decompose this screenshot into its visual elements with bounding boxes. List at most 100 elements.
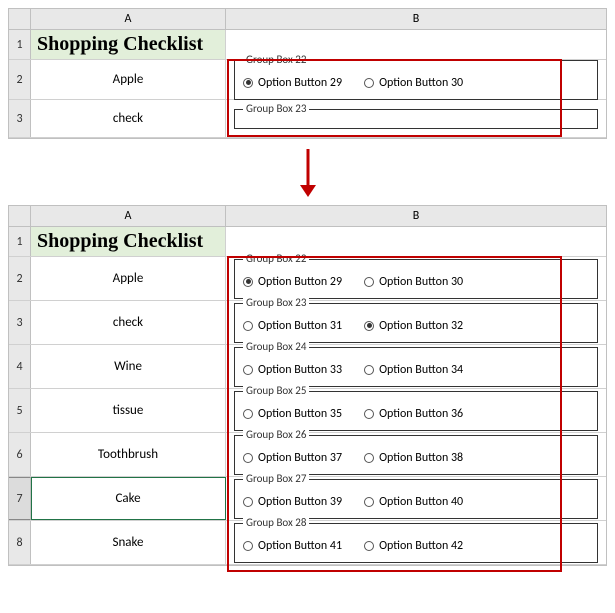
row-header-2[interactable]: 2 — [9, 60, 31, 99]
group-box-label: Group Box 22 — [243, 252, 309, 265]
radio-icon — [364, 541, 374, 551]
radio-icon — [243, 78, 253, 88]
group-box-label: Group Box 27 — [243, 472, 309, 485]
option-label: Option Button 38 — [379, 451, 463, 465]
option-button-39[interactable]: Option Button 39 — [243, 495, 342, 509]
group-box-28[interactable]: Group Box 28 Option Button 41 Option But… — [234, 523, 598, 563]
group-box-label: Group Box 25 — [243, 384, 309, 397]
option-button-30[interactable]: Option Button 30 — [364, 275, 463, 289]
row-header-6[interactable]: 6 — [9, 433, 31, 476]
row-3: 3 check Group Box 23 . — [9, 100, 606, 138]
group-box-27[interactable]: Group Box 27 Option Button 39 Option But… — [234, 479, 598, 519]
group-box-label: Group Box 22 — [243, 53, 309, 66]
option-label: Option Button 41 — [258, 539, 342, 553]
row-header-5[interactable]: 5 — [9, 389, 31, 432]
group-box-23[interactable]: Group Box 23 Option Button 31 Option But… — [234, 303, 598, 343]
cell-B8[interactable]: Group Box 28 Option Button 41 Option But… — [226, 521, 606, 564]
row-header-3[interactable]: 3 — [9, 100, 31, 137]
option-label: Option Button 42 — [379, 539, 463, 553]
option-button-40[interactable]: Option Button 40 — [364, 495, 463, 509]
radio-icon — [243, 365, 253, 375]
radio-icon — [243, 541, 253, 551]
option-button-32[interactable]: Option Button 32 — [364, 319, 463, 333]
cell-A3[interactable]: check — [31, 100, 226, 137]
group-box-22[interactable]: Group Box 22 Option Button 29 Option But… — [234, 259, 598, 299]
cell-A2[interactable]: Apple — [31, 60, 226, 99]
group-box-23[interactable]: Group Box 23 . — [234, 109, 598, 129]
cell-A4[interactable]: Wine — [31, 345, 226, 388]
row-header-1[interactable]: 1 — [9, 30, 31, 59]
cell-A2[interactable]: Apple — [31, 257, 226, 300]
option-button-29[interactable]: Option Button 29 — [243, 275, 342, 289]
radio-icon — [243, 409, 253, 419]
group-box-label: Group Box 28 — [243, 516, 309, 529]
column-header-B[interactable]: B — [226, 206, 606, 226]
row-header-4[interactable]: 4 — [9, 345, 31, 388]
column-header-A[interactable]: A — [31, 206, 226, 226]
option-label: Option Button 31 — [258, 319, 342, 333]
cell-A7[interactable]: Cake — [31, 477, 226, 520]
select-all-corner[interactable] — [9, 206, 31, 226]
group-box-24[interactable]: Group Box 24 Option Button 33 Option But… — [234, 347, 598, 387]
row-header-1[interactable]: 1 — [9, 227, 31, 256]
row-3: 3 check Group Box 23 Option Button 31 Op… — [9, 301, 606, 345]
option-label: Option Button 30 — [379, 76, 463, 90]
option-label: Option Button 39 — [258, 495, 342, 509]
row-2: 2 Apple Group Box 22 Option Button 29 Op… — [9, 257, 606, 301]
row-header-7[interactable]: 7 — [9, 477, 31, 520]
row-7: 7 Cake Group Box 27 Option Button 39 Opt… — [9, 477, 606, 521]
cell-B3[interactable]: Group Box 23 . — [226, 100, 606, 137]
group-box-26[interactable]: Group Box 26 Option Button 37 Option But… — [234, 435, 598, 475]
option-button-30[interactable]: Option Button 30 — [364, 76, 463, 90]
cell-A3[interactable]: check — [31, 301, 226, 344]
cell-B6[interactable]: Group Box 26 Option Button 37 Option But… — [226, 433, 606, 476]
title-cell[interactable]: Shopping Checklist — [31, 227, 226, 256]
group-box-25[interactable]: Group Box 25 Option Button 35 Option But… — [234, 391, 598, 431]
group-box-label: Group Box 24 — [243, 340, 309, 353]
arrow-down-icon — [296, 147, 320, 197]
row-5: 5 tissue Group Box 25 Option Button 35 O… — [9, 389, 606, 433]
select-all-corner[interactable] — [9, 9, 31, 29]
option-label: Option Button 37 — [258, 451, 342, 465]
row-6: 6 Toothbrush Group Box 26 Option Button … — [9, 433, 606, 477]
option-button-34[interactable]: Option Button 34 — [364, 363, 463, 377]
radio-icon — [243, 277, 253, 287]
cell-B2[interactable]: Group Box 22 Option Button 29 Option But… — [226, 60, 606, 99]
radio-icon — [364, 78, 374, 88]
column-header-A[interactable]: A — [31, 9, 226, 29]
option-button-33[interactable]: Option Button 33 — [243, 363, 342, 377]
row-header-8[interactable]: 8 — [9, 521, 31, 564]
option-button-41[interactable]: Option Button 41 — [243, 539, 342, 553]
option-label: Option Button 32 — [379, 319, 463, 333]
column-header-B[interactable]: B — [226, 9, 606, 29]
row-4: 4 Wine Group Box 24 Option Button 33 Opt… — [9, 345, 606, 389]
radio-icon — [243, 453, 253, 463]
option-button-36[interactable]: Option Button 36 — [364, 407, 463, 421]
group-box-22[interactable]: Group Box 22 Option Button 29 Option But… — [234, 60, 598, 100]
cell-B2[interactable]: Group Box 22 Option Button 29 Option But… — [226, 257, 606, 300]
cell-A6[interactable]: Toothbrush — [31, 433, 226, 476]
option-button-35[interactable]: Option Button 35 — [243, 407, 342, 421]
cell-B4[interactable]: Group Box 24 Option Button 33 Option But… — [226, 345, 606, 388]
radio-icon — [364, 497, 374, 507]
option-button-31[interactable]: Option Button 31 — [243, 319, 342, 333]
option-label: Option Button 33 — [258, 363, 342, 377]
option-button-29[interactable]: Option Button 29 — [243, 76, 342, 90]
option-label: Option Button 29 — [258, 76, 342, 90]
cell-A5[interactable]: tissue — [31, 389, 226, 432]
radio-icon — [364, 453, 374, 463]
option-label: Option Button 35 — [258, 407, 342, 421]
column-headers: A B — [9, 9, 606, 30]
cell-B7[interactable]: Group Box 27 Option Button 39 Option But… — [226, 477, 606, 520]
cell-A8[interactable]: Snake — [31, 521, 226, 564]
row-header-2[interactable]: 2 — [9, 257, 31, 300]
option-button-37[interactable]: Option Button 37 — [243, 451, 342, 465]
option-label: Option Button 40 — [379, 495, 463, 509]
option-button-42[interactable]: Option Button 42 — [364, 539, 463, 553]
option-button-38[interactable]: Option Button 38 — [364, 451, 463, 465]
cell-B5[interactable]: Group Box 25 Option Button 35 Option But… — [226, 389, 606, 432]
row-header-3[interactable]: 3 — [9, 301, 31, 344]
spreadsheet-bottom: A B 1 Shopping Checklist 2 Apple Group B… — [8, 205, 607, 566]
cell-B3[interactable]: Group Box 23 Option Button 31 Option But… — [226, 301, 606, 344]
title-cell[interactable]: Shopping Checklist — [31, 30, 226, 59]
